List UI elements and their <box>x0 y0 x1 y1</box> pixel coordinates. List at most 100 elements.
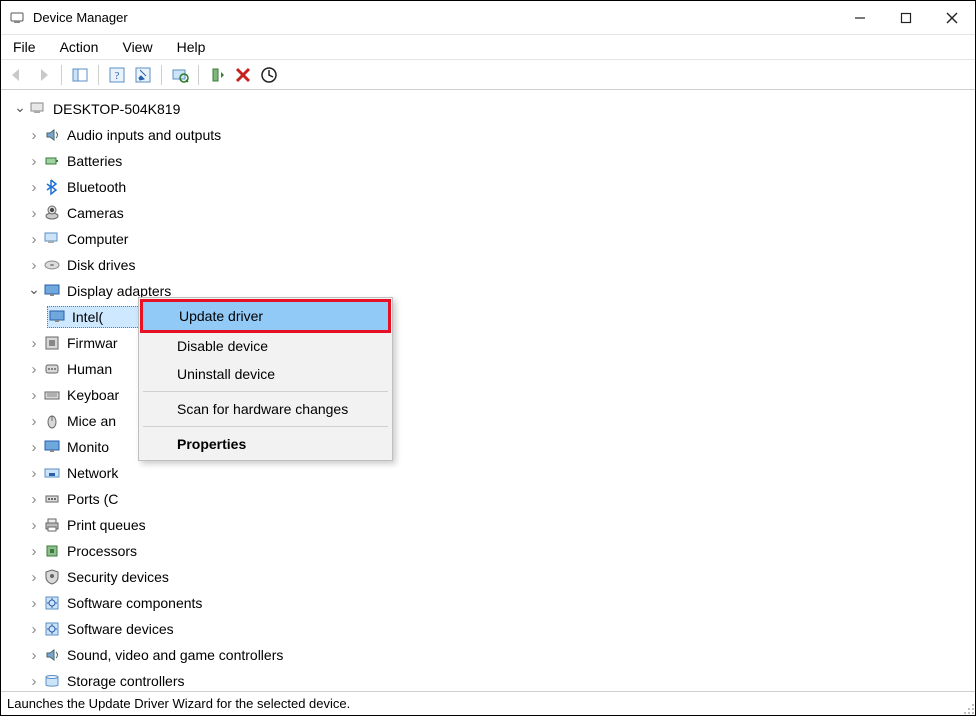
context-menu-item-label: Uninstall device <box>177 366 275 382</box>
firmware-icon <box>43 334 61 352</box>
bluetooth-icon <box>43 178 61 196</box>
menu-help[interactable]: Help <box>173 37 210 57</box>
tree-category-label: Keyboar <box>67 387 119 403</box>
tree-device-label: Intel( <box>72 309 103 325</box>
chevron-right-icon[interactable] <box>27 647 41 664</box>
tree-category-label: Software components <box>67 595 202 611</box>
menu-action[interactable]: Action <box>56 37 103 57</box>
chevron-right-icon[interactable] <box>27 335 41 352</box>
tree-category[interactable]: Processors <box>9 538 975 564</box>
menu-file[interactable]: File <box>9 37 40 57</box>
chevron-right-icon[interactable] <box>27 569 41 586</box>
audio-icon <box>43 126 61 144</box>
chevron-right-icon[interactable] <box>27 205 41 222</box>
resize-grip-icon[interactable] <box>961 701 975 715</box>
tree-category[interactable]: Computer <box>9 226 975 252</box>
close-button[interactable] <box>929 1 975 35</box>
tree-category[interactable]: Audio inputs and outputs <box>9 122 975 148</box>
chevron-right-icon[interactable] <box>27 179 41 196</box>
chevron-right-icon[interactable] <box>27 517 41 534</box>
tree-category-label: Security devices <box>67 569 169 585</box>
chevron-right-icon[interactable] <box>27 361 41 378</box>
chevron-right-icon[interactable] <box>27 621 41 638</box>
tree-category[interactable]: Bluetooth <box>9 174 975 200</box>
chevron-right-icon[interactable] <box>27 413 41 430</box>
tree-category-label: Computer <box>67 231 128 247</box>
context-menu-separator <box>143 391 388 392</box>
tree-category[interactable]: Batteries <box>9 148 975 174</box>
context-menu-item-update-driver[interactable]: Update driver <box>140 299 391 333</box>
chevron-right-icon[interactable] <box>27 491 41 508</box>
chevron-right-icon[interactable] <box>27 257 41 274</box>
tree-category-label: Batteries <box>67 153 122 169</box>
tree-category[interactable]: Storage controllers <box>9 668 975 691</box>
security-icon <box>43 568 61 586</box>
tree-category[interactable]: Software components <box>9 590 975 616</box>
tree-category-label: Cameras <box>67 205 124 221</box>
chevron-right-icon[interactable] <box>27 387 41 404</box>
tree-category-label: Ports (C <box>67 491 118 507</box>
network-icon <box>43 464 61 482</box>
tree-category[interactable]: Disk drives <box>9 252 975 278</box>
chevron-right-icon[interactable] <box>27 127 41 144</box>
chevron-right-icon[interactable] <box>27 231 41 248</box>
show-hide-console-btn[interactable] <box>68 63 92 87</box>
maximize-button[interactable] <box>883 1 929 35</box>
toolbar-separator <box>61 65 62 85</box>
tree-category[interactable]: Print queues <box>9 512 975 538</box>
mouse-icon <box>43 412 61 430</box>
uninstall-device-btn[interactable] <box>231 63 255 87</box>
title-bar: Device Manager <box>1 1 975 35</box>
chevron-right-icon[interactable] <box>27 673 41 690</box>
tree-category-label: Monito <box>67 439 109 455</box>
update-driver-btn[interactable] <box>205 63 229 87</box>
context-menu-item-label: Scan for hardware changes <box>177 401 348 417</box>
context-menu-item-scan-hardware[interactable]: Scan for hardware changes <box>141 395 390 423</box>
camera-icon <box>43 204 61 222</box>
chevron-right-icon[interactable] <box>27 465 41 482</box>
status-bar: Launches the Update Driver Wizard for th… <box>1 691 975 715</box>
tree-category[interactable]: Cameras <box>9 200 975 226</box>
minimize-button[interactable] <box>837 1 883 35</box>
chevron-right-icon[interactable] <box>27 543 41 560</box>
tree-category[interactable]: Security devices <box>9 564 975 590</box>
properties-btn[interactable] <box>131 63 155 87</box>
tree-category[interactable]: Ports (C <box>9 486 975 512</box>
context-menu-item-label: Update driver <box>179 308 263 324</box>
chevron-right-icon[interactable] <box>27 153 41 170</box>
scan-hardware-changes-btn[interactable] <box>168 63 192 87</box>
chevron-down-icon[interactable] <box>13 101 27 118</box>
tree-category[interactable]: Network <box>9 460 975 486</box>
display-icon <box>43 282 61 300</box>
context-menu: Update driver Disable device Uninstall d… <box>138 297 393 461</box>
toolbar: ? <box>1 60 975 90</box>
help-btn[interactable]: ? <box>105 63 129 87</box>
tree-category[interactable]: Sound, video and game controllers <box>9 642 975 668</box>
tree-category-label: Disk drives <box>67 257 135 273</box>
context-menu-item-disable-device[interactable]: Disable device <box>141 332 390 360</box>
context-menu-item-label: Properties <box>177 436 246 452</box>
menu-bar: File Action View Help <box>1 35 975 60</box>
disable-device-btn[interactable] <box>257 63 281 87</box>
context-menu-item-uninstall-device[interactable]: Uninstall device <box>141 360 390 388</box>
toolbar-separator <box>198 65 199 85</box>
root-node[interactable]: DESKTOP-504K819 <box>9 96 975 122</box>
window-title: Device Manager <box>33 10 128 25</box>
keyboard-icon <box>43 386 61 404</box>
tree-category-label: Human <box>67 361 112 377</box>
port-icon <box>43 490 61 508</box>
menu-view[interactable]: View <box>118 37 156 57</box>
context-menu-item-properties[interactable]: Properties <box>141 430 390 458</box>
hid-icon <box>43 360 61 378</box>
status-bar-text: Launches the Update Driver Wizard for th… <box>7 696 350 711</box>
chevron-down-icon[interactable] <box>27 283 41 300</box>
tree-category-label: Software devices <box>67 621 174 637</box>
chevron-right-icon[interactable] <box>27 439 41 456</box>
tree-category[interactable]: Software devices <box>9 616 975 642</box>
software-icon <box>43 620 61 638</box>
disk-icon <box>43 256 61 274</box>
chevron-right-icon[interactable] <box>27 595 41 612</box>
tree-category-label: Processors <box>67 543 137 559</box>
window-controls <box>837 1 975 35</box>
computer-icon <box>29 100 47 118</box>
